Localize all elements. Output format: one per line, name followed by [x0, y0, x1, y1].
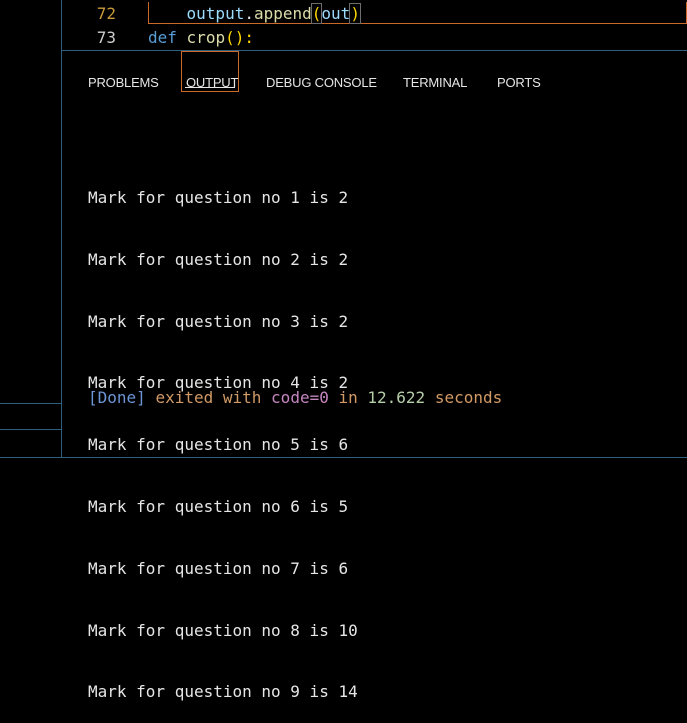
- code-token: out: [321, 4, 351, 23]
- code-editor[interactable]: 72 output.append(out) 73 def crop():: [62, 0, 687, 50]
- output-line: Mark for question no 6 is 5: [88, 496, 349, 516]
- output-line: Mark for question no 9 is 14: [88, 682, 358, 702]
- exit-code: code=0: [271, 388, 329, 407]
- code-text[interactable]: output.append(out): [148, 2, 361, 26]
- code-token: append: [253, 4, 312, 23]
- in-text: in: [338, 388, 358, 407]
- output-log[interactable]: Mark for question no 1 is 2 Mark for que…: [88, 148, 358, 723]
- tab-problems[interactable]: PROBLEMS: [88, 61, 159, 95]
- output-line: Mark for question no 2 is 2: [88, 249, 349, 269]
- code-token: crop: [186, 28, 226, 47]
- editor-line[interactable]: 73 def crop():: [62, 26, 687, 50]
- run-summary-line: [Done] exited with code=0 in 12.622 seco…: [88, 386, 502, 410]
- panel-tab-bar: PROBLEMS OUTPUT DEBUG CONSOLE TERMINAL P…: [62, 51, 687, 95]
- status-bar-border: [0, 457, 687, 458]
- tab-debug-console[interactable]: DEBUG CONSOLE: [266, 61, 377, 95]
- tab-output[interactable]: OUTPUT: [186, 61, 238, 95]
- tab-label: PROBLEMS: [88, 75, 159, 90]
- sidebar-divider: [0, 403, 62, 404]
- active-tab-indicator: [185, 87, 235, 88]
- elapsed-seconds: 12.622: [367, 388, 426, 407]
- code-text[interactable]: def crop():: [148, 26, 254, 50]
- done-tag: [Done]: [88, 388, 146, 407]
- line-number: 72: [96, 4, 116, 23]
- code-token: ): [349, 3, 361, 24]
- seconds-text: seconds: [434, 388, 503, 407]
- code-token: def: [148, 28, 177, 47]
- line-number: 73: [96, 28, 116, 47]
- tab-terminal[interactable]: TERMINAL: [403, 61, 467, 95]
- output-line: Mark for question no 7 is 6: [88, 558, 349, 578]
- left-sidebar-pane: [0, 0, 62, 458]
- code-token: ():: [225, 28, 254, 47]
- sidebar-divider: [0, 429, 62, 430]
- output-line: Mark for question no 1 is 2: [88, 188, 349, 207]
- output-line: Mark for question no 5 is 6: [88, 435, 349, 455]
- exited-text: exited with: [155, 388, 262, 407]
- tab-label: PORTS: [497, 75, 541, 90]
- code-token: (: [310, 3, 323, 24]
- code-token: output: [186, 4, 245, 23]
- output-line: Mark for question no 8 is 10: [88, 620, 358, 640]
- tab-label: TERMINAL: [403, 75, 468, 90]
- tab-ports[interactable]: PORTS: [497, 61, 541, 95]
- code-token: .: [244, 4, 254, 23]
- output-line: Mark for question no 3 is 2: [88, 311, 349, 331]
- tab-label: DEBUG CONSOLE: [266, 75, 377, 90]
- editor-line[interactable]: 72 output.append(out): [62, 2, 687, 26]
